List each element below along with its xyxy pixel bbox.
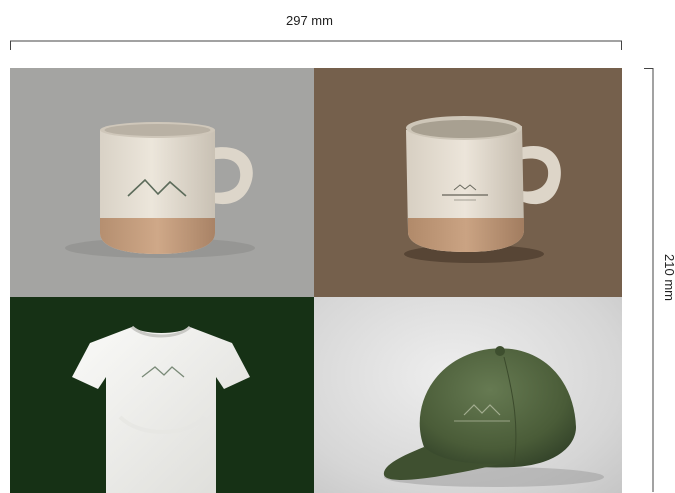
- mockup-grid: [10, 68, 622, 493]
- width-dimension-label: 297 mm: [286, 13, 333, 28]
- width-dimension-line: [10, 40, 622, 50]
- tshirt-mockup: [10, 297, 314, 493]
- mug-mockup-grey: [10, 68, 314, 297]
- mug-image: [65, 122, 255, 258]
- tshirt-image: [72, 325, 250, 493]
- height-dimension-line: [644, 68, 654, 492]
- mug-image: [404, 116, 561, 263]
- cap-image: [383, 346, 604, 487]
- height-dimension-label: 210 mm: [661, 254, 675, 301]
- mug-mockup-brown: [314, 68, 622, 297]
- cap-mockup: [314, 297, 622, 493]
